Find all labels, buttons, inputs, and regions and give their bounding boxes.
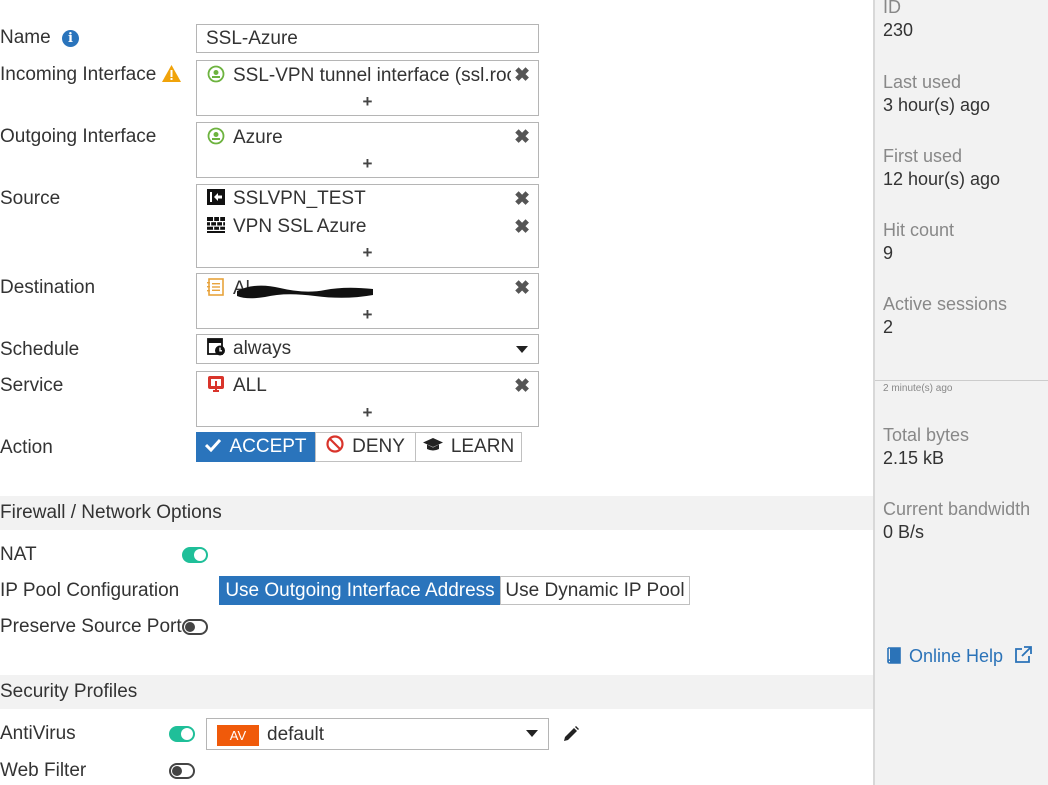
destination-label: Destination [0, 277, 96, 298]
add-icon[interactable]: + [197, 154, 538, 174]
destination-field[interactable]: Al ✖ + [196, 273, 539, 329]
incoming-interface-label: Incoming Interface [0, 64, 181, 88]
id-value: 230 [883, 20, 914, 40]
firewall-icon [207, 216, 227, 240]
source-item: VPN SSL Azure [207, 216, 366, 240]
ip-pool-configuration-label: IP Pool Configuration [0, 580, 180, 601]
source-label: Source [0, 188, 61, 209]
source-field[interactable]: SSLVPN_TEST ✖ VPN SSL Azure ✖ + [196, 184, 539, 268]
web-filter-toggle[interactable] [169, 763, 195, 779]
firewall-network-options-header: Firewall / Network Options [0, 496, 873, 530]
nat-label: NAT [0, 544, 37, 565]
antivirus-toggle[interactable] [169, 726, 195, 742]
source-item: SSLVPN_TEST [207, 188, 366, 212]
graduation-cap-icon [422, 436, 443, 458]
policy-statistics-panel: ID 230 Last used 3 hour(s) ago First use… [873, 0, 1048, 785]
schedule-select[interactable]: always [196, 334, 539, 364]
online-help-link[interactable]: Online Help [885, 646, 1032, 669]
address-book-icon [207, 278, 227, 302]
redaction-mark [237, 285, 373, 299]
current-bandwidth-label: Current bandwidth [883, 499, 1031, 519]
total-bytes-value: 2.15 kB [883, 448, 945, 468]
av-badge: AV [217, 725, 259, 746]
remove-icon[interactable]: ✖ [514, 216, 530, 239]
total-bytes-label: Total bytes [883, 425, 970, 445]
check-icon [205, 436, 222, 458]
active-sessions-value: 2 [883, 317, 894, 337]
book-icon [885, 646, 903, 669]
preserve-source-port-toggle[interactable] [182, 619, 208, 635]
hit-count-label: Hit count [883, 220, 955, 240]
external-link-icon [1014, 646, 1032, 669]
remove-icon[interactable]: ✖ [514, 277, 530, 300]
use-dynamic-ip-pool-button[interactable]: Use Dynamic IP Pool [500, 576, 690, 605]
remove-icon[interactable]: ✖ [514, 126, 530, 149]
last-used-label: Last used [883, 72, 962, 92]
preserve-source-port-label: Preserve Source Port [0, 616, 182, 637]
use-outgoing-interface-address-button[interactable]: Use Outgoing Interface Address [219, 576, 501, 605]
add-icon[interactable]: + [197, 92, 538, 112]
hit-count-value: 9 [883, 243, 894, 263]
info-icon[interactable]: i [61, 30, 79, 47]
last-used-value: 3 hour(s) ago [883, 95, 991, 115]
outgoing-interface-field[interactable]: Azure ✖ + [196, 122, 539, 178]
service-field[interactable]: ALL ✖ + [196, 371, 539, 427]
chevron-down-icon [516, 346, 528, 353]
schedule-icon [207, 338, 227, 362]
web-filter-label: Web Filter [0, 760, 87, 781]
antivirus-label: AntiVirus [0, 723, 76, 744]
outgoing-interface-label: Outgoing Interface [0, 126, 157, 147]
name-input[interactable]: SSL-Azure [196, 24, 539, 53]
interface-icon [207, 65, 227, 89]
first-used-value: 12 hour(s) ago [883, 169, 1001, 189]
learn-button[interactable]: LEARN [415, 432, 522, 462]
service-item: ALL [207, 375, 267, 399]
id-label: ID [883, 0, 901, 17]
first-used-label: First used [883, 146, 963, 166]
edit-icon[interactable] [562, 725, 580, 749]
warning-icon [161, 65, 181, 88]
deny-button[interactable]: DENY [315, 432, 416, 462]
chevron-down-icon [526, 730, 538, 737]
deny-icon [326, 435, 344, 459]
add-icon[interactable]: + [197, 243, 538, 263]
service-label: Service [0, 375, 64, 396]
updated-timestamp: 2 minute(s) ago [883, 383, 953, 394]
remove-icon[interactable]: ✖ [511, 64, 530, 87]
incoming-interface-item: SSL-VPN tunnel interface (ssl.root [207, 65, 522, 89]
nat-toggle[interactable] [182, 547, 208, 563]
remove-icon[interactable]: ✖ [514, 188, 530, 211]
add-icon[interactable]: + [197, 403, 538, 423]
antivirus-profile-value: default [267, 724, 325, 745]
interface-icon [207, 127, 227, 151]
current-bandwidth-value: 0 B/s [883, 522, 925, 542]
security-profiles-header: Security Profiles [0, 675, 873, 709]
name-label: Name i [0, 27, 79, 49]
service-icon [207, 375, 227, 399]
outgoing-interface-item: Azure [207, 127, 283, 151]
accept-button[interactable]: ACCEPT [196, 432, 316, 462]
divider [875, 380, 1048, 381]
schedule-label: Schedule [0, 339, 80, 360]
action-label: Action [0, 437, 53, 458]
add-icon[interactable]: + [197, 305, 538, 325]
user-group-icon [207, 188, 227, 212]
remove-icon[interactable]: ✖ [514, 375, 530, 398]
active-sessions-label: Active sessions [883, 294, 1008, 314]
antivirus-profile-select[interactable]: AV default [206, 718, 549, 750]
incoming-interface-field[interactable]: SSL-VPN tunnel interface (ssl.root ✖ + [196, 60, 539, 116]
schedule-value: always [207, 338, 291, 362]
